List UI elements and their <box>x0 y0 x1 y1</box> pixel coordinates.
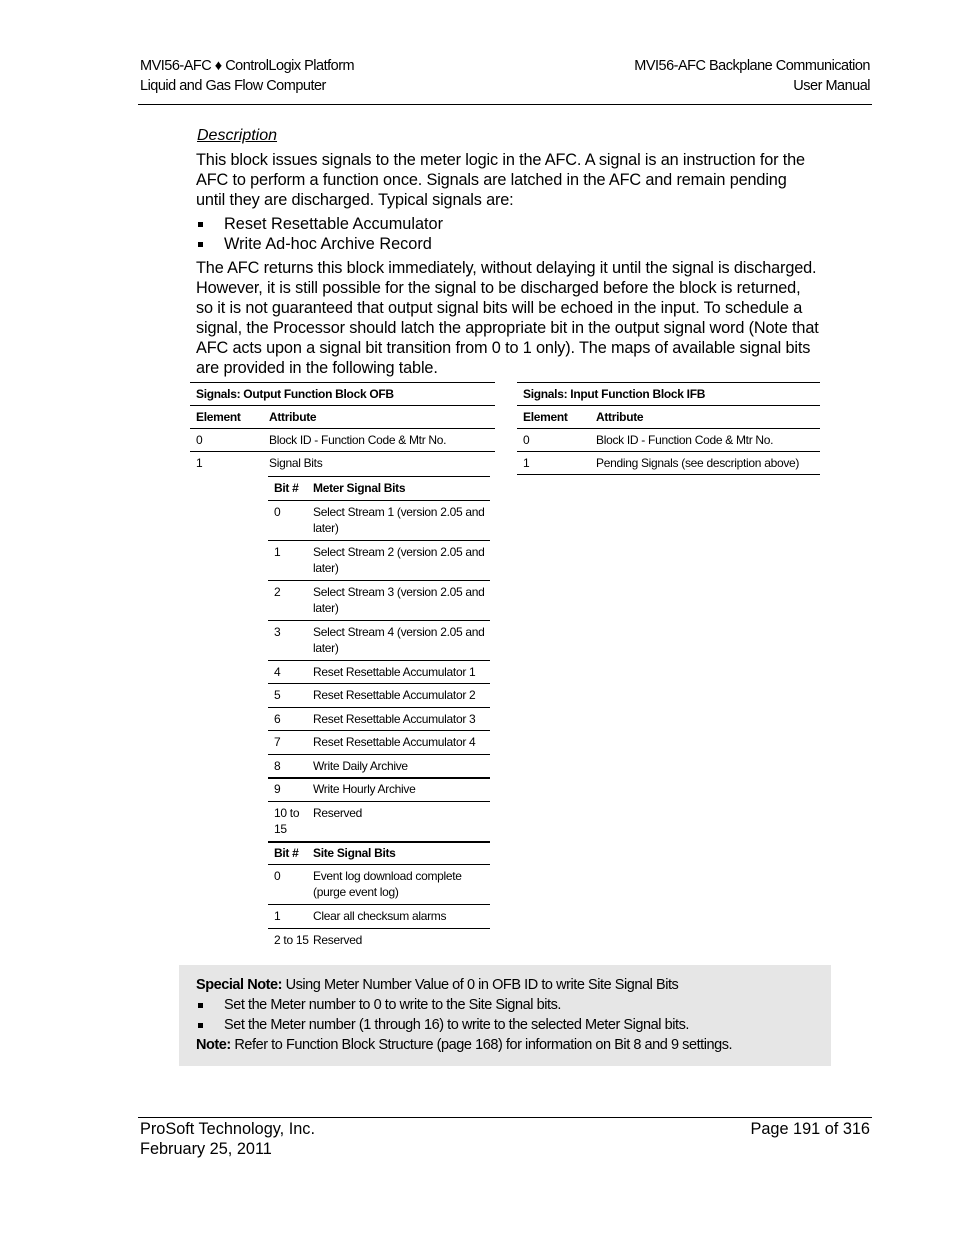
description-paragraph-2: The AFC returns this block immediately, … <box>196 259 819 377</box>
meter-bit-row: 10 to 15 Reserved <box>268 802 490 843</box>
footer-company: ProSoft Technology, Inc. <box>140 1120 315 1138</box>
bullet-square-icon <box>198 1023 203 1028</box>
ifb-header-row: Element Attribute <box>517 406 820 429</box>
element-value: 0 <box>196 433 203 447</box>
header-doc-type: User Manual <box>793 77 870 94</box>
bit-number: 1 <box>274 909 281 923</box>
bit-description: Select Stream 1 (version 2.05 and later) <box>313 504 485 535</box>
ofb-header-row: Element Attribute <box>190 406 495 429</box>
footer-date: February 25, 2011 <box>140 1139 272 1158</box>
attribute-value: Block ID - Function Code & Mtr No. <box>596 433 774 447</box>
meter-bit-row: 7 Reset Resettable Accumulator 4 <box>268 731 490 755</box>
ifb-table: Signals: Input Function Block IFB Elemen… <box>517 382 820 476</box>
description-paragraph-1: This block issues signals to the meter l… <box>196 151 805 209</box>
column-header-attribute: Attribute <box>269 410 317 424</box>
column-header-element: Element <box>196 410 241 424</box>
bit-number: 1 <box>274 544 281 559</box>
table-row: 0 Block ID - Function Code & Mtr No. <box>190 429 495 452</box>
meter-bit-row: 6 Reset Resettable Accumulator 3 <box>268 708 490 731</box>
bullet-item: Write Ad-hoc Archive Record <box>196 234 443 254</box>
bit-description: Reset Resettable Accumulator 1 <box>313 664 476 679</box>
site-bit-row: 2 to 15 Reserved <box>268 929 490 968</box>
bit-number: 5 <box>274 688 281 702</box>
bit-number: 0 <box>274 869 281 883</box>
bit-description: Select Stream 4 (version 2.05 and later) <box>313 624 485 655</box>
meter-bit-row: 4 Reset Resettable Accumulator 1 <box>268 661 490 684</box>
bit-description: Event log download complete (purge event… <box>313 869 462 899</box>
column-header-description: Meter Signal Bits <box>313 481 406 495</box>
site-bit-row: 1 Clear all checksum alarms <box>268 905 490 929</box>
table-row: 1 Pending Signals (see description above… <box>517 452 820 475</box>
bit-number: 6 <box>274 711 281 726</box>
site-bit-row: 0 Event log download complete (purge even… <box>268 865 490 905</box>
bit-description: Reset Resettable Accumulator 4 <box>313 735 476 749</box>
ifb-table-title: Signals: Input Function Block IFB <box>523 387 706 401</box>
bit-description: Write Hourly Archive <box>313 782 416 796</box>
attribute-value: Signal Bits <box>269 456 323 470</box>
meter-bits-header-row: Bit # Meter Signal Bits <box>268 477 490 501</box>
bit-description: Select Stream 3 (version 2.05 and later) <box>313 584 485 615</box>
bit-number: 8 <box>274 758 281 773</box>
header-chapter: MVI56-AFC Backplane Communication <box>634 58 870 74</box>
note-bullet-item: Set the Meter number (1 through 16) to w… <box>196 1016 689 1035</box>
table-row: 1 Signal Bits <box>190 452 495 474</box>
note-line: Note: Refer to Function Block Structure … <box>196 1037 733 1053</box>
page-number: Page 191 of 316 <box>750 1120 870 1138</box>
special-note-box: Special Note: Using Meter Number Value o… <box>179 965 831 1066</box>
meter-bit-row: 5 Reset Resettable Accumulator 2 <box>268 684 490 708</box>
bit-number: 0 <box>274 504 281 519</box>
bit-description: Clear all checksum alarms <box>313 909 447 923</box>
meter-bit-row: 3 Select Stream 4 (version 2.05 and later… <box>268 621 490 661</box>
bit-number: 10 to 15 <box>274 805 300 836</box>
bit-description: Reserved <box>313 932 362 947</box>
element-value: 0 <box>523 433 530 447</box>
header-product-subtitle: Liquid and Gas Flow Computer <box>140 77 326 94</box>
ifb-title-row: Signals: Input Function Block IFB <box>517 383 820 406</box>
attribute-value: Pending Signals (see description above) <box>596 456 800 470</box>
bullet-square-icon <box>198 222 203 227</box>
bit-description: Reset Resettable Accumulator 2 <box>313 688 476 702</box>
bit-number: 4 <box>274 664 281 679</box>
ofb-table-title: Signals: Output Function Block OFB <box>196 387 394 401</box>
element-value: 1 <box>523 456 530 470</box>
bit-number: 9 <box>274 782 281 796</box>
signal-bullet-list: Reset Resettable Accumulator Write Ad-ho… <box>196 214 443 254</box>
bit-description: Select Stream 2 (version 2.05 and later) <box>313 544 485 575</box>
header-product-line: MVI56-AFC ♦ ControlLogix Platform <box>140 58 355 74</box>
column-header-bit: Bit # <box>274 481 299 495</box>
ofb-title-row: Signals: Output Function Block OFB <box>190 383 495 406</box>
bit-number: 2 to 15 <box>274 932 309 947</box>
meter-bit-row: 8 Write Daily Archive <box>268 755 490 779</box>
bit-number: 7 <box>274 735 281 749</box>
attribute-value: Block ID - Function Code & Mtr No. <box>269 433 447 447</box>
column-header-description: Site Signal Bits <box>313 845 396 860</box>
bit-description: Reset Resettable Accumulator 3 <box>313 711 476 726</box>
meter-bit-row: 0 Select Stream 1 (version 2.05 and later… <box>268 501 490 541</box>
bit-number: 2 <box>274 584 281 599</box>
special-note-label: Special Note: <box>196 977 283 993</box>
site-bits-header-row: Bit # Site Signal Bits <box>268 842 490 865</box>
meter-bit-row: 9 Write Hourly Archive <box>268 778 490 802</box>
ofb-table: Signals: Output Function Block OFB Eleme… <box>190 382 495 966</box>
bit-number: 3 <box>274 624 281 639</box>
description-heading: Description <box>197 127 278 144</box>
footer-divider <box>138 1117 872 1118</box>
note-bullet-item: Set the Meter number to 0 to write to th… <box>196 996 561 1015</box>
element-value: 1 <box>196 456 203 470</box>
meter-bit-row: 2 Select Stream 3 (version 2.05 and later… <box>268 581 490 621</box>
bit-description: Write Daily Archive <box>313 758 408 773</box>
column-header-bit: Bit # <box>274 845 299 860</box>
bullet-square-icon <box>198 242 203 247</box>
bullet-square-icon <box>198 1003 203 1008</box>
header-divider <box>138 104 872 105</box>
table-row: 0 Block ID - Function Code & Mtr No. <box>517 429 820 452</box>
bit-description: Reserved <box>313 805 362 820</box>
column-header-element: Element <box>523 410 568 424</box>
bullet-item: Reset Resettable Accumulator <box>196 214 443 234</box>
meter-bit-row: 1 Select Stream 2 (version 2.05 and later… <box>268 541 490 581</box>
note-label: Note: <box>196 1037 231 1053</box>
column-header-attribute: Attribute <box>596 410 644 424</box>
special-note-line: Special Note: Using Meter Number Value o… <box>196 977 679 993</box>
